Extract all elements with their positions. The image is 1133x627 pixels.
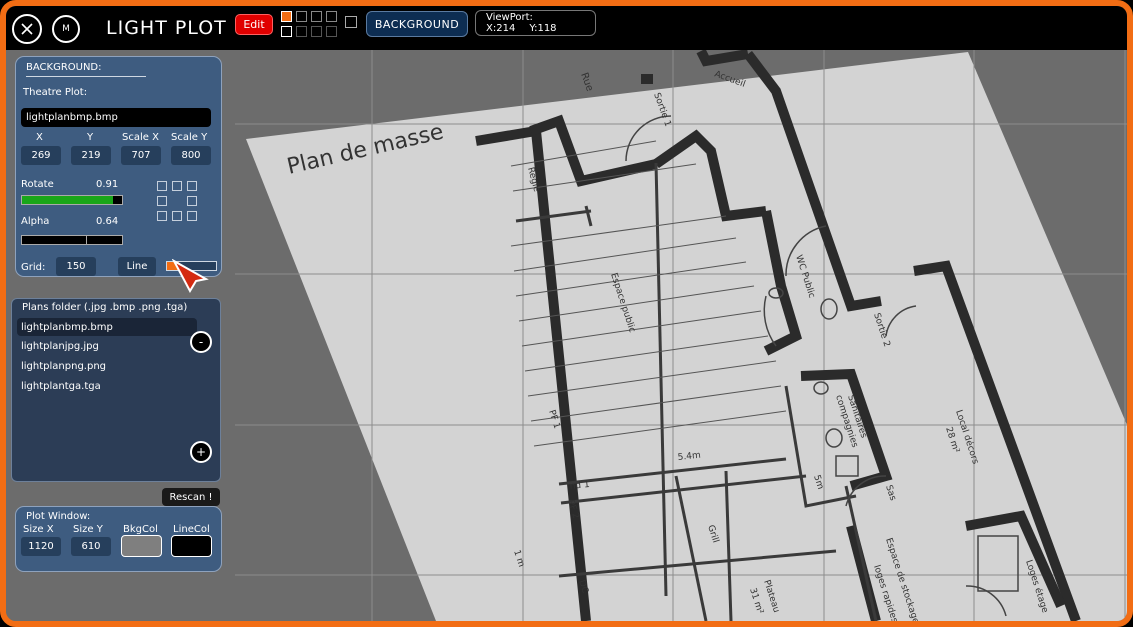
app-title: LIGHT PLOT <box>106 17 227 39</box>
line-button[interactable]: Line <box>118 257 156 276</box>
background-button[interactable]: BACKGROUND <box>366 11 468 37</box>
line-color-swatch[interactable] <box>171 535 212 557</box>
x-value[interactable]: 269 <box>21 146 61 165</box>
alpha-slider[interactable] <box>21 235 123 245</box>
scale-x-value[interactable]: 707 <box>121 146 161 165</box>
size-x-value[interactable]: 1120 <box>21 537 61 556</box>
size-y-label: Size Y <box>73 524 103 535</box>
viewport-x: X:214 <box>486 23 516 34</box>
color-swatch-6[interactable] <box>296 26 307 37</box>
title-underline <box>26 76 146 77</box>
menu-button-label: M <box>62 24 70 34</box>
y-header: Y <box>87 132 94 143</box>
background-panel-title: BACKGROUND: <box>26 62 102 73</box>
align-bottom-center[interactable] <box>172 211 182 221</box>
color-swatch-black[interactable] <box>281 26 292 37</box>
label-rnd1: nd 1 <box>569 480 590 492</box>
plan-column <box>641 74 653 84</box>
theatre-plot-field[interactable]: lightplanbmp.bmp <box>21 108 211 127</box>
theatre-plot-label: Theatre Plot: <box>23 87 88 98</box>
plot-window-title: Plot Window: <box>26 511 91 522</box>
color-swatch-8[interactable] <box>326 26 337 37</box>
alpha-label: Alpha <box>21 216 50 227</box>
close-icon <box>21 23 33 35</box>
color-swatch-orange[interactable] <box>281 11 292 22</box>
align-middle-right[interactable] <box>187 196 197 206</box>
scale-y-value[interactable]: 800 <box>171 146 211 165</box>
color-swatch-2[interactable] <box>296 11 307 22</box>
close-button[interactable] <box>12 14 42 44</box>
viewport-readout: ViewPort: X:214 Y:118 <box>475 10 596 36</box>
x-header: X <box>36 132 43 143</box>
bkg-color-swatch[interactable] <box>121 535 162 557</box>
plans-folder-header: Plans folder (.jpg .bmp .png .tga) <box>22 302 188 313</box>
color-swatch-4[interactable] <box>326 11 337 22</box>
align-middle-left[interactable] <box>157 196 167 206</box>
align-bottom-left[interactable] <box>157 211 167 221</box>
alpha-slider-fill <box>22 236 87 244</box>
file-item[interactable]: lightplantga.tga <box>17 377 101 395</box>
color-swatch-3[interactable] <box>311 11 322 22</box>
align-top-right[interactable] <box>187 181 197 191</box>
cursor-icon <box>172 259 209 293</box>
app-window: M LIGHT PLOT Edit BACKGROUND ViewPort: X… <box>0 0 1133 627</box>
remove-plan-button[interactable]: - <box>190 331 212 353</box>
label-rue: Rue <box>578 71 595 93</box>
viewport-label: ViewPort: <box>486 12 533 23</box>
grid-label: Grid: <box>21 262 46 273</box>
toggle-checkbox[interactable] <box>345 16 357 28</box>
grid-value[interactable]: 150 <box>56 257 96 276</box>
y-value[interactable]: 219 <box>71 146 111 165</box>
rotate-slider[interactable] <box>21 195 123 205</box>
file-item[interactable]: lightplanpng.png <box>17 357 106 375</box>
file-item-selected[interactable]: lightplanbmp.bmp <box>17 318 197 336</box>
rotate-value: 0.91 <box>96 179 119 190</box>
edit-button[interactable]: Edit <box>235 14 273 35</box>
menu-button[interactable]: M <box>52 15 80 43</box>
color-swatch-7[interactable] <box>311 26 322 37</box>
alpha-value: 0.64 <box>96 216 119 227</box>
line-col-label: LineCol <box>173 524 210 535</box>
scale-x-header: Scale X <box>122 132 159 143</box>
add-plan-button[interactable]: + <box>190 441 212 463</box>
top-toolbar: M LIGHT PLOT Edit BACKGROUND ViewPort: X… <box>6 6 1127 50</box>
plans-folder-panel: Plans folder (.jpg .bmp .png .tga) light… <box>11 298 221 482</box>
size-y-value[interactable]: 610 <box>71 537 111 556</box>
viewport-y: Y:118 <box>529 23 557 34</box>
background-panel: BACKGROUND: Theatre Plot: lightplanbmp.b… <box>15 56 222 277</box>
size-x-label: Size X <box>23 524 54 535</box>
rotate-slider-fill <box>22 196 113 204</box>
scale-y-header: Scale Y <box>171 132 208 143</box>
rotate-label: Rotate <box>21 179 54 190</box>
rescan-button[interactable]: Rescan ! <box>162 488 220 506</box>
plot-window-panel: Plot Window: Size X Size Y BkgCol LineCo… <box>15 506 222 572</box>
file-item[interactable]: lightplanjpg.jpg <box>17 337 99 355</box>
align-top-left[interactable] <box>157 181 167 191</box>
bkg-col-label: BkgCol <box>123 524 158 535</box>
align-bottom-right[interactable] <box>187 211 197 221</box>
align-top-center[interactable] <box>172 181 182 191</box>
